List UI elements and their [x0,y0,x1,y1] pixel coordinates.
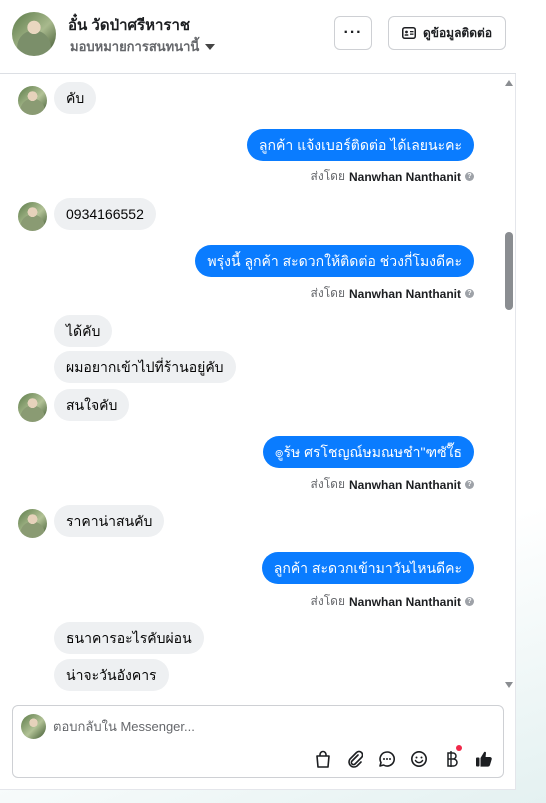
scroll-up-arrow-icon[interactable] [505,80,513,86]
info-icon[interactable]: ? [465,597,474,606]
outgoing-message: ๏ูร้ษ ศรโชญณ์ษมณษช๋า"ฑซัใ๊ธ [262,436,474,468]
outgoing-message: พรุ่งนี้ ลูกค้า สะดวกให้ติดต่อ ช่วงกี่โม… [195,245,474,277]
incoming-message: คับ [54,82,97,114]
incoming-message: น่าจะวันอังคาร [54,659,169,691]
page-avatar [21,714,46,739]
notification-dot [456,745,462,751]
sent-by-prefix: ส่งโดย [310,594,345,608]
more-options-button[interactable]: ··· [334,16,372,50]
sent-by-label: ส่งโดย Nanwhan Nanthanit ? [311,475,474,494]
scrollbar-thumb[interactable] [505,232,513,310]
contact-avatar[interactable] [12,12,56,56]
assign-conversation-label: มอบหมายการสนทนานี้ [70,39,200,54]
incoming-message: ราคาน่าสนคับ [54,505,165,537]
sent-by-label: ส่งโดย Nanwhan Nanthanit ? [311,284,474,303]
sent-by-prefix: ส่งโดย [310,286,345,300]
incoming-message: ผมอยากเข้าไปที่ร้านอยู่คับ [54,351,236,383]
caret-down-icon [205,43,216,50]
info-icon[interactable]: ? [465,480,474,489]
sender-avatar [18,202,47,231]
view-contact-button[interactable]: ดูข้อมูลติดต่อ [388,16,506,50]
sent-by-name: Nanwhan Nanthanit [348,286,461,301]
sent-by-name: Nanwhan Nanthanit [348,477,461,492]
outgoing-message: ลูกค้า สะดวกเข้ามาวันไหนดีคะ [261,552,474,584]
incoming-message: 0934166552 [54,198,156,230]
scroll-down-arrow-icon[interactable] [505,682,513,688]
incoming-message: ได้คับ [54,315,113,347]
shopping-bag-icon[interactable] [312,748,334,770]
chat-bubble-icon[interactable] [376,748,398,770]
assign-conversation-dropdown[interactable]: มอบหมายการสนทนานี้ [70,36,216,57]
sent-by-label: ส่งโดย Nanwhan Nanthanit ? [311,592,474,611]
sender-avatar [18,509,47,538]
conversation-panel: อั๋น วัดป่าศรีหาราช มอบหมายการสนทนานี้ ·… [0,0,516,790]
paperclip-icon[interactable] [344,748,366,770]
incoming-message: สนใจคับ [54,389,130,421]
sent-by-prefix: ส่งโดย [310,169,345,183]
emoji-icon[interactable] [408,748,430,770]
view-contact-label: ดูข้อมูลติดต่อ [422,25,493,40]
sender-avatar [18,393,47,422]
reply-input[interactable] [53,715,453,737]
outgoing-message: ลูกค้า แจ้งเบอร์ติดต่อ ได้เลยนะคะ [246,129,474,161]
contact-card-icon [401,27,416,39]
sender-avatar [18,86,47,115]
baht-icon[interactable] [441,745,463,770]
message-list: คับ ลูกค้า แจ้งเบอร์ติดต่อ ได้เลยนะคะ ส่… [0,74,516,698]
reply-composer [12,705,504,778]
info-icon[interactable]: ? [465,289,474,298]
contact-name[interactable]: อั๋น วัดป่าศรีหาราช [68,13,190,37]
incoming-message: ธนาคารอะไรคับผ่อน [54,622,204,654]
sent-by-name: Nanwhan Nanthanit [348,169,461,184]
more-options-label: ··· [343,24,363,41]
thumbs-up-icon[interactable] [473,748,495,770]
sent-by-label: ส่งโดย Nanwhan Nanthanit ? [311,167,474,186]
conversation-header: อั๋น วัดป่าศรีหาราช มอบหมายการสนทนานี้ ·… [0,0,516,74]
info-icon[interactable]: ? [465,172,474,181]
scrollbar[interactable] [502,74,516,698]
sent-by-prefix: ส่งโดย [310,477,345,491]
sent-by-name: Nanwhan Nanthanit [348,594,461,609]
